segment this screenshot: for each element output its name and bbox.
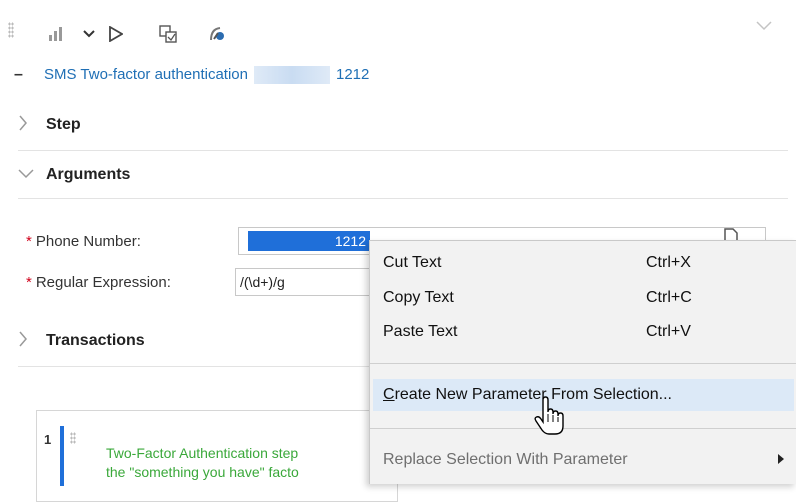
hand-cursor-icon <box>534 396 564 440</box>
phone-number-label: * Phone Number: <box>26 233 141 250</box>
chevron-down-icon[interactable] <box>82 24 96 44</box>
record-icon[interactable] <box>207 24 227 44</box>
code-line: the "something you have" facto <box>106 464 299 480</box>
menu-separator <box>370 363 796 364</box>
menu-item-shortcut: Ctrl+X <box>646 254 691 271</box>
drag-handle[interactable] <box>8 22 14 38</box>
step-title-link[interactable]: SMS Two-factor authentication 1212 <box>44 66 370 85</box>
section-arguments-label: Arguments <box>46 166 131 183</box>
menu-item-label: Copy Text <box>383 289 454 306</box>
collapse-dash-icon[interactable]: – <box>14 66 44 84</box>
menu-item-shortcut: Ctrl+C <box>646 289 692 306</box>
bar-chart-icon[interactable] <box>47 24 65 44</box>
menu-item-label: Cut Text <box>383 254 442 271</box>
menu-item-create-parameter[interactable]: Create New Parameter From Selection... <box>373 379 794 411</box>
phone-number-label-text: Phone Number: <box>35 233 141 250</box>
divider <box>18 198 788 199</box>
chevron-down-icon <box>18 166 46 184</box>
menu-item-shortcut: Ctrl+V <box>646 323 691 340</box>
submenu-arrow-icon <box>778 453 784 467</box>
required-marker: * <box>26 274 32 291</box>
chevron-right-icon <box>18 331 46 352</box>
section-step[interactable]: Step <box>18 102 788 148</box>
collapse-chevron-icon[interactable] <box>756 18 772 34</box>
regex-input[interactable]: /(\d+)/g <box>235 268 375 296</box>
section-transactions-label: Transactions <box>46 332 145 349</box>
section-step-label: Step <box>46 116 81 133</box>
step-title-suffix: 1212 <box>336 66 370 83</box>
step-title-prefix: SMS Two-factor authentication <box>44 66 248 83</box>
menu-item-copy[interactable]: Copy Text Ctrl+C <box>370 282 796 314</box>
phone-number-selection: 1212 <box>248 231 370 251</box>
play-icon[interactable] <box>107 24 125 44</box>
menu-item-replace-parameter[interactable]: Replace Selection With Parameter <box>370 444 796 476</box>
menu-item-label: Create New Parameter From Selection... <box>383 386 672 403</box>
compare-icon[interactable] <box>158 24 178 44</box>
regex-label-text: Regular Expression: <box>35 274 171 291</box>
step-title-row: – SMS Two-factor authentication 1212 <box>14 66 370 85</box>
line-marker <box>60 426 64 486</box>
context-menu: Cut Text Ctrl+X Copy Text Ctrl+C Paste T… <box>369 240 796 484</box>
divider <box>18 150 788 151</box>
drag-handle[interactable] <box>70 432 76 444</box>
required-marker: * <box>26 233 32 250</box>
code-line: Two-Factor Authentication step <box>106 445 299 461</box>
menu-separator <box>370 428 796 429</box>
menu-item-label: Paste Text <box>383 323 458 340</box>
regex-label: * Regular Expression: <box>26 274 171 291</box>
chevron-right-icon <box>18 115 46 136</box>
line-number: 1 <box>44 432 52 447</box>
menu-item-paste[interactable]: Paste Text Ctrl+V <box>370 316 796 348</box>
menu-item-cut[interactable]: Cut Text Ctrl+X <box>370 247 796 279</box>
section-arguments[interactable]: Arguments <box>18 152 788 198</box>
redacted-block <box>254 66 330 85</box>
menu-item-label: Replace Selection With Parameter <box>383 451 628 468</box>
